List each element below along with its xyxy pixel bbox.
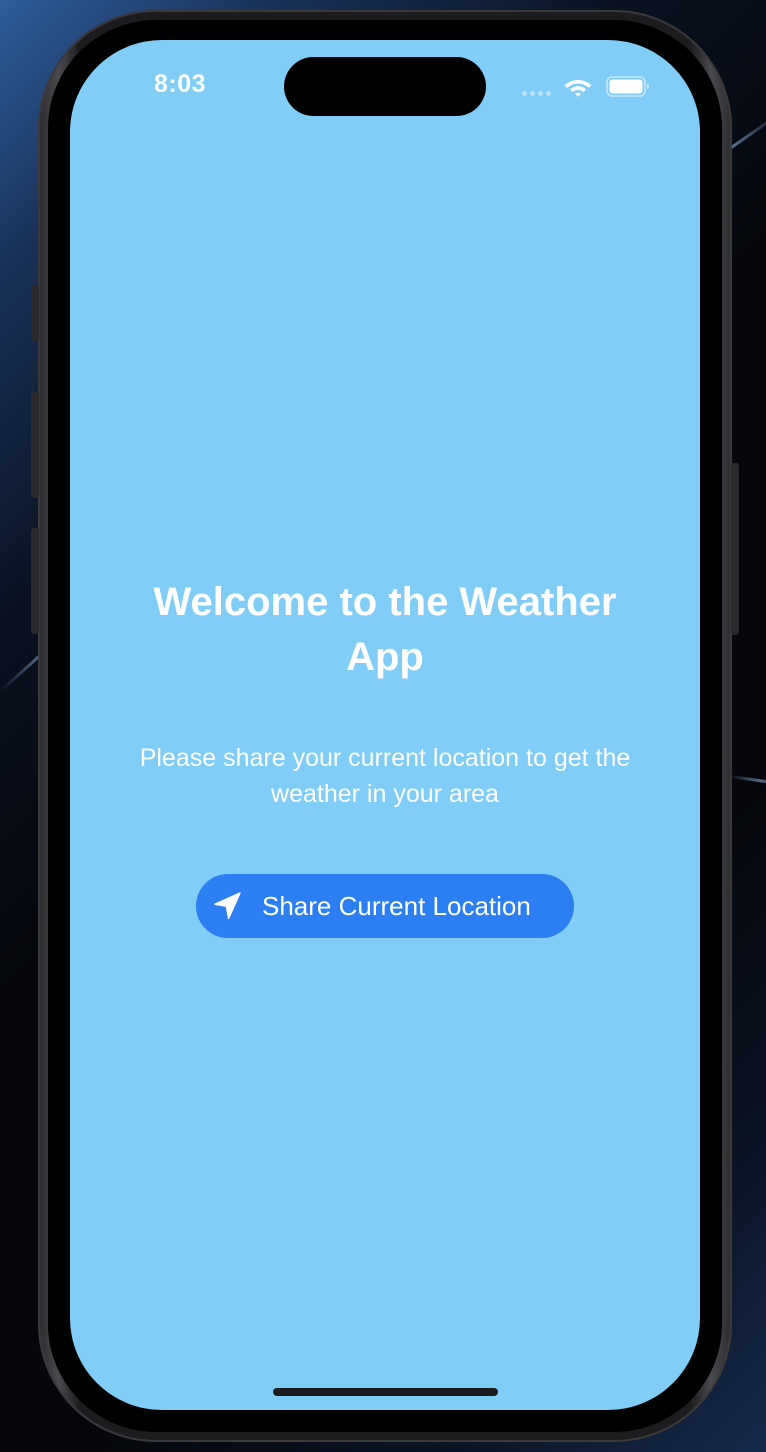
volume-down-button	[31, 528, 39, 634]
app-screen: 8:03 Welcome to the Weather App Please s…	[70, 40, 700, 1410]
action-button	[31, 285, 39, 341]
power-button	[731, 463, 739, 635]
location-arrow-icon	[214, 892, 241, 920]
welcome-view: Welcome to the Weather App Please share …	[70, 40, 700, 1410]
welcome-title: Welcome to the Weather App	[153, 580, 617, 679]
share-location-button[interactable]: Share Current Location	[196, 874, 574, 938]
welcome-message: Please share your current location to ge…	[139, 744, 631, 808]
volume-up-button	[31, 392, 39, 498]
share-location-label: Share Current Location	[262, 890, 531, 921]
backdrop-light-streak	[729, 775, 766, 787]
home-indicator[interactable]	[273, 1388, 498, 1396]
